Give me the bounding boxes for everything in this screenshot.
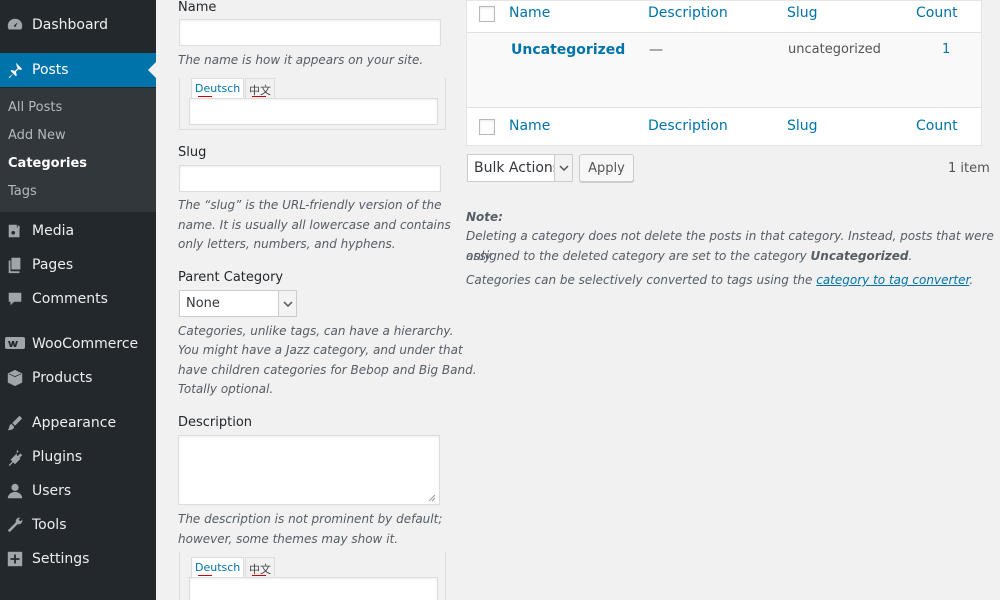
items-count: 1 item <box>948 161 990 176</box>
posts-submenu: All Posts Add New Categories Tags <box>0 88 156 212</box>
woocommerce-icon <box>5 334 25 354</box>
media-icon <box>5 221 25 241</box>
menu-item-plugins[interactable]: Plugins <box>0 440 156 474</box>
comments-icon <box>5 289 25 309</box>
menu-label-pages: Pages <box>32 257 74 273</box>
description-textarea[interactable] <box>178 435 440 505</box>
name-label: Name <box>178 0 217 15</box>
resize-handle-icon[interactable] <box>427 493 436 502</box>
parent-category-value: None <box>186 296 220 311</box>
table-row: Uncategorized — uncategorized 1 <box>467 32 981 108</box>
slug-label: Slug <box>178 145 207 160</box>
column-footer-slug[interactable]: Slug <box>787 118 818 134</box>
note-line2: assigned to the deleted category are set… <box>466 249 913 263</box>
appearance-icon <box>5 413 25 433</box>
parent-help-line1: Categories, unlike tags, can have a hier… <box>178 324 454 338</box>
menu-label-dashboard: Dashboard <box>32 17 108 33</box>
lang-tab-chinese-2[interactable]: 中文 <box>245 557 275 578</box>
menu-label-users: Users <box>32 483 72 499</box>
lang-tab-deutsch[interactable]: Deutsch <box>191 78 245 99</box>
submenu-categories[interactable]: Categories <box>8 156 87 171</box>
slug-help-line3: only letters, numbers, and hyphens. <box>178 237 396 251</box>
description-help-line2: however, some themes may show it. <box>178 532 399 546</box>
menu-label-appearance: Appearance <box>32 415 117 431</box>
category-to-tag-converter-link[interactable]: category to tag converter <box>816 273 969 287</box>
name-help: The name is how it appears on your site. <box>178 53 424 67</box>
bulk-actions-select[interactable]: Bulk Actions <box>467 154 573 182</box>
parent-help-line3: have children categories for Bebop and B… <box>178 363 477 377</box>
tools-icon <box>5 515 25 535</box>
chevron-down-icon <box>554 155 572 181</box>
description-label: Description <box>178 415 253 430</box>
category-name-link[interactable]: Uncategorized <box>511 42 625 58</box>
menu-item-users[interactable]: Users <box>0 474 156 508</box>
menu-item-appearance[interactable]: Appearance <box>0 406 156 440</box>
users-icon <box>5 481 25 501</box>
menu-item-woocommerce[interactable]: WooCommerce <box>0 327 156 361</box>
menu-item-pages[interactable]: Pages <box>0 248 156 282</box>
lang-tab-deutsch-2[interactable]: Deutsch <box>191 557 245 578</box>
category-slug: uncategorized <box>788 42 881 57</box>
column-header-slug[interactable]: Slug <box>787 5 818 21</box>
dashboard-icon <box>5 15 25 35</box>
menu-label-settings: Settings <box>32 551 90 567</box>
menu-label-tools: Tools <box>32 517 67 533</box>
column-header-count[interactable]: Count <box>916 5 958 21</box>
chevron-down-icon <box>278 291 296 316</box>
column-footer-count[interactable]: Count <box>916 118 958 134</box>
slug-input[interactable] <box>179 165 441 192</box>
menu-label-plugins: Plugins <box>32 449 83 465</box>
lang-tab-chinese[interactable]: 中文 <box>245 78 275 99</box>
plugins-icon <box>5 447 25 467</box>
column-footer-name[interactable]: Name <box>509 118 550 134</box>
parent-category-select[interactable]: None <box>179 290 297 317</box>
category-count-link[interactable]: 1 <box>942 42 950 57</box>
categories-table: Name Description Slug Count Uncategorize… <box>466 0 982 146</box>
menu-label-products: Products <box>32 370 93 386</box>
uncategorized-emphasis: Uncategorized <box>810 249 909 263</box>
name-input[interactable] <box>179 19 441 46</box>
parent-help-line4: Totally optional. <box>178 382 274 396</box>
menu-item-settings[interactable]: Settings <box>0 542 156 576</box>
slug-help-line1: The “slug” is the URL-friendly version o… <box>178 198 442 212</box>
parent-category-label: Parent Category <box>178 270 284 285</box>
menu-item-dashboard[interactable]: Dashboard <box>0 8 156 42</box>
menu-item-media[interactable]: Media <box>0 214 156 248</box>
menu-item-products[interactable]: Products <box>0 361 156 395</box>
pages-icon <box>5 255 25 275</box>
description-help-line1: The description is not prominent by defa… <box>178 512 443 526</box>
submenu-tags[interactable]: Tags <box>8 184 37 199</box>
submenu-add-new[interactable]: Add New <box>8 128 66 143</box>
apply-button[interactable]: Apply <box>579 154 634 182</box>
select-all-checkbox[interactable] <box>479 6 495 22</box>
settings-icon <box>5 549 25 569</box>
admin-sidebar: Dashboard Posts All Posts Add New Catego… <box>0 0 156 600</box>
products-icon <box>5 368 25 388</box>
description-translation-input[interactable] <box>189 577 438 600</box>
pin-icon <box>5 60 25 80</box>
menu-label-woocommerce: WooCommerce <box>32 336 139 352</box>
submenu-all-posts[interactable]: All Posts <box>8 100 62 115</box>
menu-label-comments: Comments <box>32 291 108 307</box>
category-description: — <box>649 42 663 58</box>
menu-item-comments[interactable]: Comments <box>0 282 156 316</box>
note-line3: Categories can be selectively converted … <box>466 273 974 287</box>
slug-help-line2: name. It is usually all lowercase and co… <box>178 218 451 232</box>
bulk-actions-value: Bulk Actions <box>474 160 561 176</box>
column-header-name[interactable]: Name <box>509 5 550 21</box>
menu-label-media: Media <box>32 223 75 239</box>
column-header-description[interactable]: Description <box>648 5 728 21</box>
menu-item-tools[interactable]: Tools <box>0 508 156 542</box>
parent-help-line2: You might have a Jazz category, and unde… <box>178 343 463 357</box>
name-translation-input[interactable] <box>189 98 438 125</box>
menu-item-posts[interactable]: Posts <box>0 53 156 87</box>
note-title: Note: <box>466 210 503 224</box>
menu-label-posts: Posts <box>32 62 69 78</box>
column-footer-description[interactable]: Description <box>648 118 728 134</box>
select-all-checkbox-footer[interactable] <box>479 119 495 135</box>
